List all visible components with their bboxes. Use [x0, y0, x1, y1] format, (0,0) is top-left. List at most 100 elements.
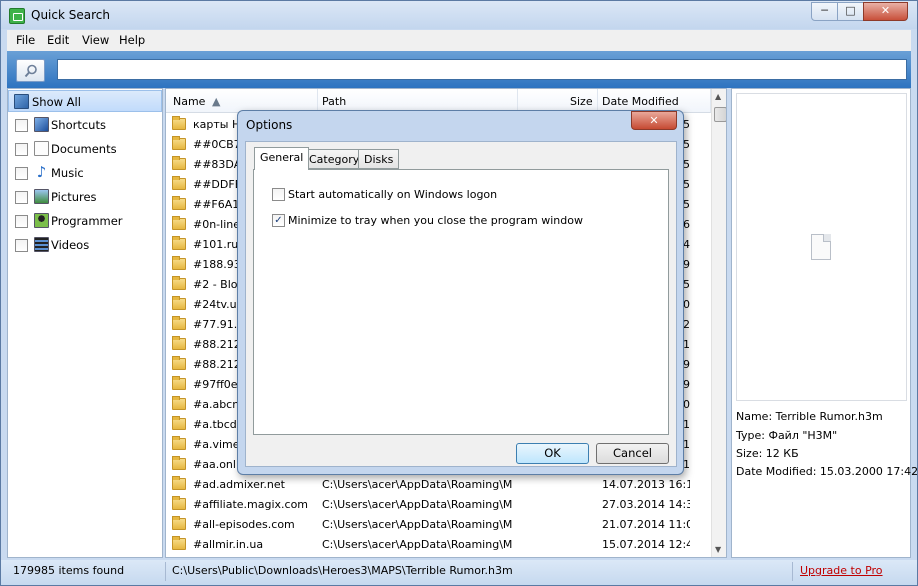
video-film-icon	[34, 237, 49, 252]
minimize-to-tray-label: Minimize to tray when you close the prog…	[288, 214, 583, 227]
preview-area	[736, 93, 907, 401]
tab-category[interactable]: Category	[303, 149, 366, 169]
pictures-checkbox[interactable]	[15, 191, 28, 204]
documents-checkbox[interactable]	[15, 143, 28, 156]
minimize-button[interactable]: ─	[811, 2, 838, 21]
close-button[interactable]: ✕	[863, 2, 908, 21]
cell-path: C:\Users\acer\AppData\Roaming\Ma...	[322, 518, 512, 531]
search-input[interactable]	[57, 59, 907, 80]
maximize-button[interactable]: □	[837, 2, 864, 21]
folder-icon	[172, 536, 186, 550]
folder-icon	[172, 436, 186, 450]
category-sidebar: Show All Shortcuts Documents ♪ Music Pic…	[7, 88, 163, 558]
sidebar-item-shortcuts[interactable]: Shortcuts	[8, 114, 162, 136]
search-button[interactable]	[16, 59, 45, 82]
column-header-label: Path	[322, 95, 347, 108]
sidebar-item-programmer[interactable]: Programmer	[8, 210, 162, 232]
folder-icon	[172, 476, 186, 490]
document-icon	[34, 141, 49, 156]
folder-icon	[172, 416, 186, 430]
sidebar-item-label: Music	[51, 166, 84, 180]
folder-icon	[172, 256, 186, 270]
sidebar-item-music[interactable]: ♪ Music	[8, 162, 162, 184]
dialog-body: General Category Disks Start automatical…	[245, 141, 677, 467]
music-note-icon: ♪	[36, 163, 47, 181]
table-row[interactable]: #all-episodes.com C:\Users\acer\AppData\R…	[166, 514, 711, 534]
folder-icon	[172, 116, 186, 130]
cell-name: #allmir.in.ua	[193, 538, 264, 551]
dialog-close-button[interactable]: ✕	[631, 111, 677, 130]
sidebar-item-pictures[interactable]: Pictures	[8, 186, 162, 208]
sidebar-item-label: Documents	[51, 142, 117, 156]
table-row[interactable]: #allmir.in.ua C:\Users\acer\AppData\Roami…	[166, 534, 711, 554]
sidebar-item-label: Shortcuts	[51, 118, 106, 132]
status-bar: 179985 items found C:\Users\Public\Downl…	[1, 560, 917, 585]
blank-file-icon	[811, 234, 831, 260]
window-title: Quick Search	[31, 8, 110, 22]
scroll-thumb[interactable]	[714, 107, 726, 122]
dialog-title: Options	[246, 118, 293, 132]
folder-icon	[172, 336, 186, 350]
picture-icon	[34, 189, 49, 204]
programmer-checkbox[interactable]	[15, 215, 28, 228]
preview-date: Date Modified: 15.03.2000 17:42	[736, 465, 918, 478]
cancel-button[interactable]: Cancel	[596, 443, 669, 464]
folder-icon	[172, 136, 186, 150]
sidebar-item-label: Programmer	[51, 214, 123, 228]
shortcuts-checkbox[interactable]	[15, 119, 28, 132]
menu-view[interactable]: View	[82, 33, 109, 47]
sidebar-item-label: Videos	[51, 238, 90, 252]
table-row[interactable]: #ad.admixer.net C:\Users\acer\AppData\Roa…	[166, 474, 711, 494]
sidebar-item-documents[interactable]: Documents	[8, 138, 162, 160]
preview-panel: Name: Terrible Rumor.h3m Type: Файл "H3M…	[731, 88, 918, 558]
sidebar-item-videos[interactable]: Videos	[8, 234, 162, 256]
cell-date: 21.07.2014 11:08	[602, 518, 690, 531]
sidebar-item-label: Pictures	[51, 190, 97, 204]
cell-path: C:\Users\acer\AppData\Roaming\Ma...	[322, 478, 512, 491]
folder-icon	[172, 396, 186, 410]
search-icon	[24, 64, 37, 78]
scroll-down-icon[interactable]: ▼	[715, 545, 721, 554]
folder-icon	[172, 296, 186, 310]
folder-icon	[172, 516, 186, 530]
scroll-up-icon[interactable]: ▲	[715, 92, 721, 101]
cell-name: #all-episodes.com	[193, 518, 295, 531]
music-checkbox[interactable]	[15, 167, 28, 180]
table-row[interactable]: #affiliate.magix.com C:\Users\acer\AppDat…	[166, 494, 711, 514]
main-window: Quick Search ─ □ ✕ File Edit View Help S…	[0, 0, 918, 586]
show-all-icon	[14, 94, 29, 109]
column-header-label: Size	[570, 95, 593, 108]
folder-icon	[172, 456, 186, 470]
tab-general[interactable]: General	[254, 147, 310, 170]
folder-icon	[172, 316, 186, 330]
menu-file[interactable]: File	[16, 33, 35, 47]
folder-icon	[172, 276, 186, 290]
upgrade-link[interactable]: Upgrade to Pro	[800, 564, 883, 577]
vertical-scrollbar[interactable]: ▲ ▼	[711, 89, 726, 557]
title-bar[interactable]: Quick Search ─ □ ✕	[1, 1, 917, 29]
menu-edit[interactable]: Edit	[47, 33, 69, 47]
folder-icon	[172, 236, 186, 250]
ok-button[interactable]: OK	[516, 443, 589, 464]
cell-name: #affiliate.magix.com	[193, 498, 309, 511]
folder-icon	[172, 216, 186, 230]
app-icon	[9, 8, 25, 24]
cell-date: 14.07.2013 16:14	[602, 478, 690, 491]
folder-icon	[172, 376, 186, 390]
preview-size: Size: 12 КБ	[736, 447, 799, 460]
tab-disks[interactable]: Disks	[358, 149, 400, 169]
folder-icon	[172, 496, 186, 510]
cell-name: #ad.admixer.net	[193, 478, 285, 491]
cell-date: 27.03.2014 14:32	[602, 498, 690, 511]
videos-checkbox[interactable]	[15, 239, 28, 252]
folder-icon	[172, 156, 186, 170]
programmer-icon	[34, 213, 49, 228]
options-dialog: Options ✕ General Category Disks Start a…	[237, 110, 684, 475]
start-on-logon-label: Start automatically on Windows logon	[288, 188, 498, 201]
preview-type: Type: Файл "H3M"	[736, 429, 838, 442]
sidebar-item-show-all[interactable]: Show All	[8, 90, 162, 112]
menu-help[interactable]: Help	[119, 33, 145, 47]
sort-ascending-icon: ▲	[212, 95, 221, 108]
minimize-to-tray-checkbox[interactable]: ✓	[272, 214, 285, 227]
start-on-logon-checkbox[interactable]	[272, 188, 285, 201]
